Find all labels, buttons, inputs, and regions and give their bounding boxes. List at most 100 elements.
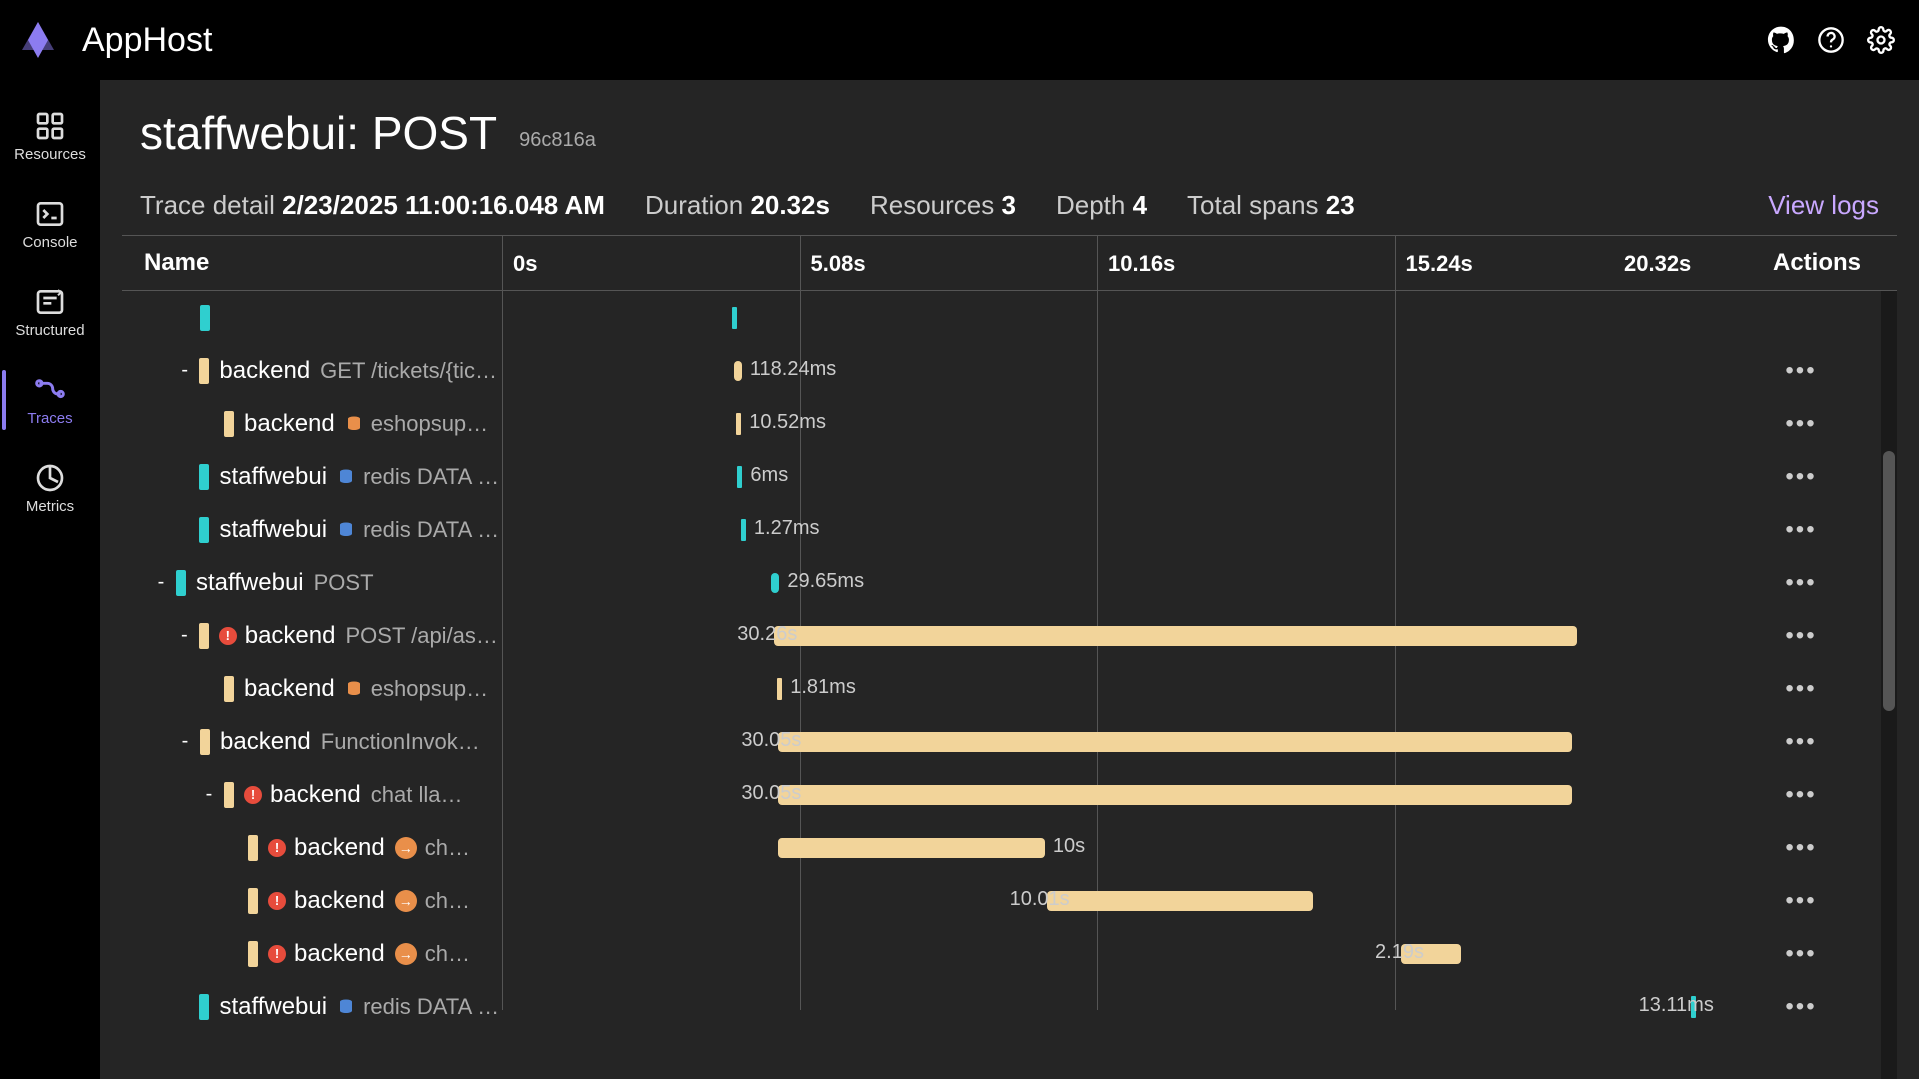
span-description: redis DATA r… (363, 464, 502, 490)
span-bar[interactable] (734, 361, 742, 381)
span-bar[interactable] (736, 413, 741, 435)
trace-row[interactable]: !backend→ch…10s••• (122, 821, 1881, 874)
span-bar[interactable] (777, 678, 782, 700)
trace-row[interactable]: -backendFunctionInvok…30.05s••• (122, 715, 1881, 768)
trace-row[interactable]: staffwebuiredis DATA r…1.27ms••• (122, 503, 1881, 556)
trace-row[interactable]: staffwebuiredis DATA r…13.11ms••• (122, 980, 1881, 1033)
row-actions-menu-icon[interactable]: ••• (1783, 989, 1819, 1025)
row-actions-menu-icon[interactable]: ••• (1783, 565, 1819, 601)
trace-row[interactable]: !backend→ch…2.19s••• (122, 927, 1881, 980)
help-icon[interactable] (1817, 26, 1845, 54)
span-bar[interactable] (778, 838, 1044, 858)
span-bar[interactable] (737, 466, 742, 488)
trace-row[interactable]: -staffwebuiPOST29.65ms••• (122, 556, 1881, 609)
trace-grid: Name 0s5.08s10.16s15.24s20.32s Actions -… (122, 235, 1897, 1079)
expander-icon[interactable]: - (176, 359, 193, 382)
app-logo-icon (18, 20, 58, 60)
row-actions-menu-icon[interactable]: ••• (1783, 936, 1819, 972)
stat-resources: 3 (1001, 190, 1015, 220)
nav-label: Traces (27, 410, 72, 427)
trace-row[interactable]: -backendGET /tickets/{tick…118.24ms••• (122, 344, 1881, 397)
expander-icon[interactable]: - (176, 730, 194, 753)
row-actions-menu-icon[interactable]: ••• (1783, 618, 1819, 654)
trace-row[interactable]: backendeshopsup…1.81ms••• (122, 662, 1881, 715)
error-icon: ! (268, 839, 286, 857)
service-name: backend (294, 940, 385, 968)
settings-icon[interactable] (1867, 26, 1895, 54)
trace-row[interactable]: backend eshopsup… 10.52ms ••• (122, 397, 1881, 450)
row-actions-menu-icon[interactable]: ••• (1783, 406, 1819, 442)
row-actions-menu-icon[interactable]: ••• (1783, 830, 1819, 866)
span-bar[interactable] (771, 573, 779, 593)
duration-label: 30.26s (737, 623, 797, 646)
trace-row[interactable]: !backend→ch…10.01s••• (122, 874, 1881, 927)
actions-cell: ••• (1721, 830, 1881, 866)
trace-row[interactable] (122, 291, 1881, 344)
row-actions-menu-icon[interactable]: ••• (1783, 353, 1819, 389)
error-icon: ! (219, 627, 237, 645)
github-icon[interactable] (1767, 26, 1795, 54)
row-actions-menu-icon[interactable]: ••• (1783, 777, 1819, 813)
expander-icon[interactable]: - (200, 783, 218, 806)
span-bar[interactable] (778, 785, 1572, 805)
service-color-chip (248, 888, 258, 914)
nav-label: Console (22, 234, 77, 251)
error-icon: ! (268, 945, 286, 963)
actions-cell: ••• (1721, 989, 1881, 1025)
span-description: chat lla… (371, 782, 463, 808)
duration-label: 118.24ms (750, 358, 836, 381)
timeline-cell (502, 291, 1721, 344)
row-actions-menu-icon[interactable]: ••• (1783, 512, 1819, 548)
stat-label: Total spans (1187, 190, 1326, 220)
span-description: FunctionInvok… (321, 729, 480, 755)
service-name: backend (220, 728, 311, 756)
service-name: staffwebui (219, 993, 327, 1021)
vertical-scrollbar[interactable] (1881, 291, 1897, 1079)
span-bar[interactable] (774, 626, 1576, 646)
database-icon (345, 680, 363, 698)
expander-icon[interactable]: - (176, 624, 193, 647)
row-actions-menu-icon[interactable]: ••• (1783, 883, 1819, 919)
row-actions-menu-icon[interactable]: ••• (1783, 459, 1819, 495)
sidebar-nav: Resources Console Structured Traces Metr… (0, 80, 100, 1079)
database-icon (337, 521, 355, 539)
service-color-chip (224, 782, 234, 808)
timeline-cell: 118.24ms (502, 344, 1721, 397)
service-color-chip (200, 729, 210, 755)
service-color-chip (199, 464, 209, 490)
span-name-cell (122, 305, 502, 331)
page-title: staffwebui: POST (140, 106, 497, 160)
structured-icon (34, 286, 66, 318)
nav-console[interactable]: Console (0, 180, 100, 268)
nav-traces[interactable]: Traces (0, 356, 100, 444)
trace-row[interactable]: staffwebuiredis DATA r…6ms••• (122, 450, 1881, 503)
span-name-cell: staffwebuiredis DATA r… (122, 993, 502, 1021)
timeline-cell: 1.27ms (502, 503, 1721, 556)
service-name: backend (244, 410, 335, 438)
span-bar[interactable] (732, 307, 737, 329)
trace-row[interactable]: -!backendchat lla…30.05s••• (122, 768, 1881, 821)
span-description: eshopsup… (371, 411, 488, 437)
row-actions-menu-icon[interactable]: ••• (1783, 671, 1819, 707)
trace-row[interactable]: -!backendPOST /api/assi…30.26s••• (122, 609, 1881, 662)
span-name-cell: !backend→ch… (122, 887, 502, 915)
row-actions-menu-icon[interactable]: ••• (1783, 724, 1819, 760)
nav-resources[interactable]: Resources (0, 92, 100, 180)
span-bar[interactable] (1047, 891, 1313, 911)
span-bar[interactable] (778, 732, 1572, 752)
view-logs-link[interactable]: View logs (1768, 190, 1879, 221)
expander-icon[interactable]: - (152, 571, 170, 594)
timeline-cell: 10.52ms (502, 397, 1721, 450)
span-description: ch… (425, 941, 470, 967)
trace-rows: -backendGET /tickets/{tick…118.24ms•••ba… (122, 291, 1881, 1079)
scrollbar-thumb[interactable] (1883, 451, 1895, 711)
span-name-cell: -!backendchat lla… (122, 781, 502, 809)
trace-stats: Trace detail 2/23/2025 11:00:16.048 AM D… (100, 166, 1919, 231)
nav-metrics[interactable]: Metrics (0, 444, 100, 532)
service-color-chip (200, 305, 210, 331)
nav-structured[interactable]: Structured (0, 268, 100, 356)
span-bar[interactable] (741, 519, 746, 541)
database-icon (345, 415, 363, 433)
timeline-cell: 29.65ms (502, 556, 1721, 609)
nav-label: Resources (14, 146, 86, 163)
